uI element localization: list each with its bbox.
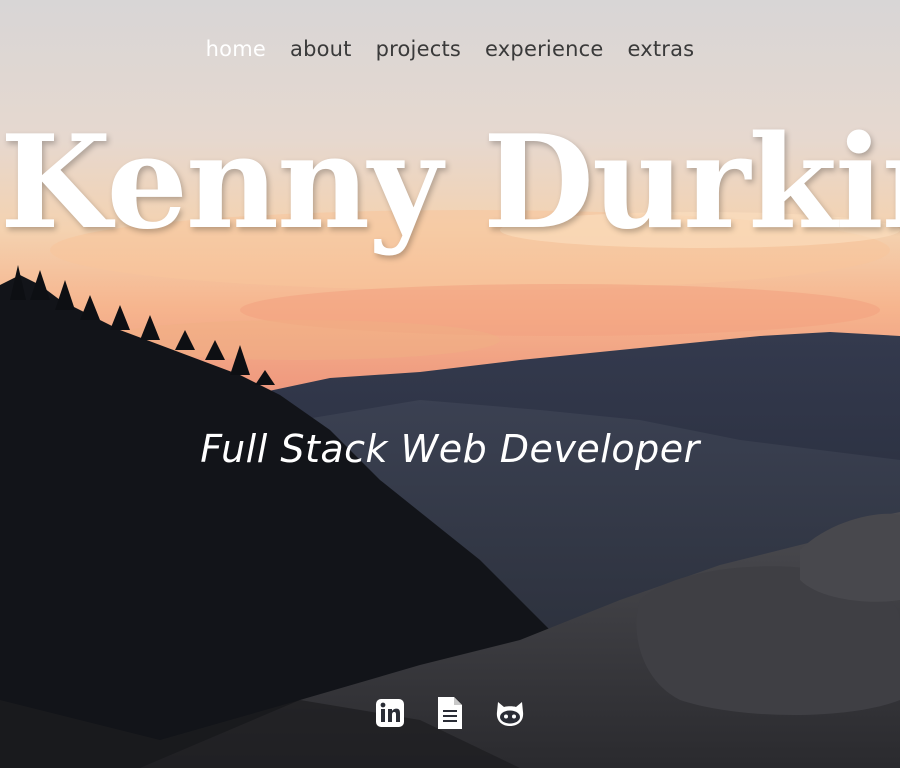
linkedin-link[interactable]: [375, 696, 405, 730]
hero-tagline: Full Stack Web Developer: [200, 427, 700, 471]
social-links: [0, 696, 900, 730]
nav-item-about[interactable]: about: [278, 34, 364, 64]
main-nav: home about projects experience extras: [0, 34, 900, 64]
resume-document-icon: [438, 697, 462, 729]
nav-item-extras[interactable]: extras: [615, 34, 706, 64]
linkedin-icon: [376, 699, 404, 727]
hero-name-heading: Kenny Durkin: [0, 108, 900, 258]
github-link[interactable]: [495, 696, 525, 730]
nav-item-projects[interactable]: projects: [364, 34, 473, 64]
nav-item-home[interactable]: home: [194, 34, 278, 64]
resume-link[interactable]: [435, 696, 465, 730]
nav-item-experience[interactable]: experience: [473, 34, 615, 64]
github-icon: [496, 702, 524, 726]
hero-section: home about projects experience extras Ke…: [0, 0, 900, 768]
